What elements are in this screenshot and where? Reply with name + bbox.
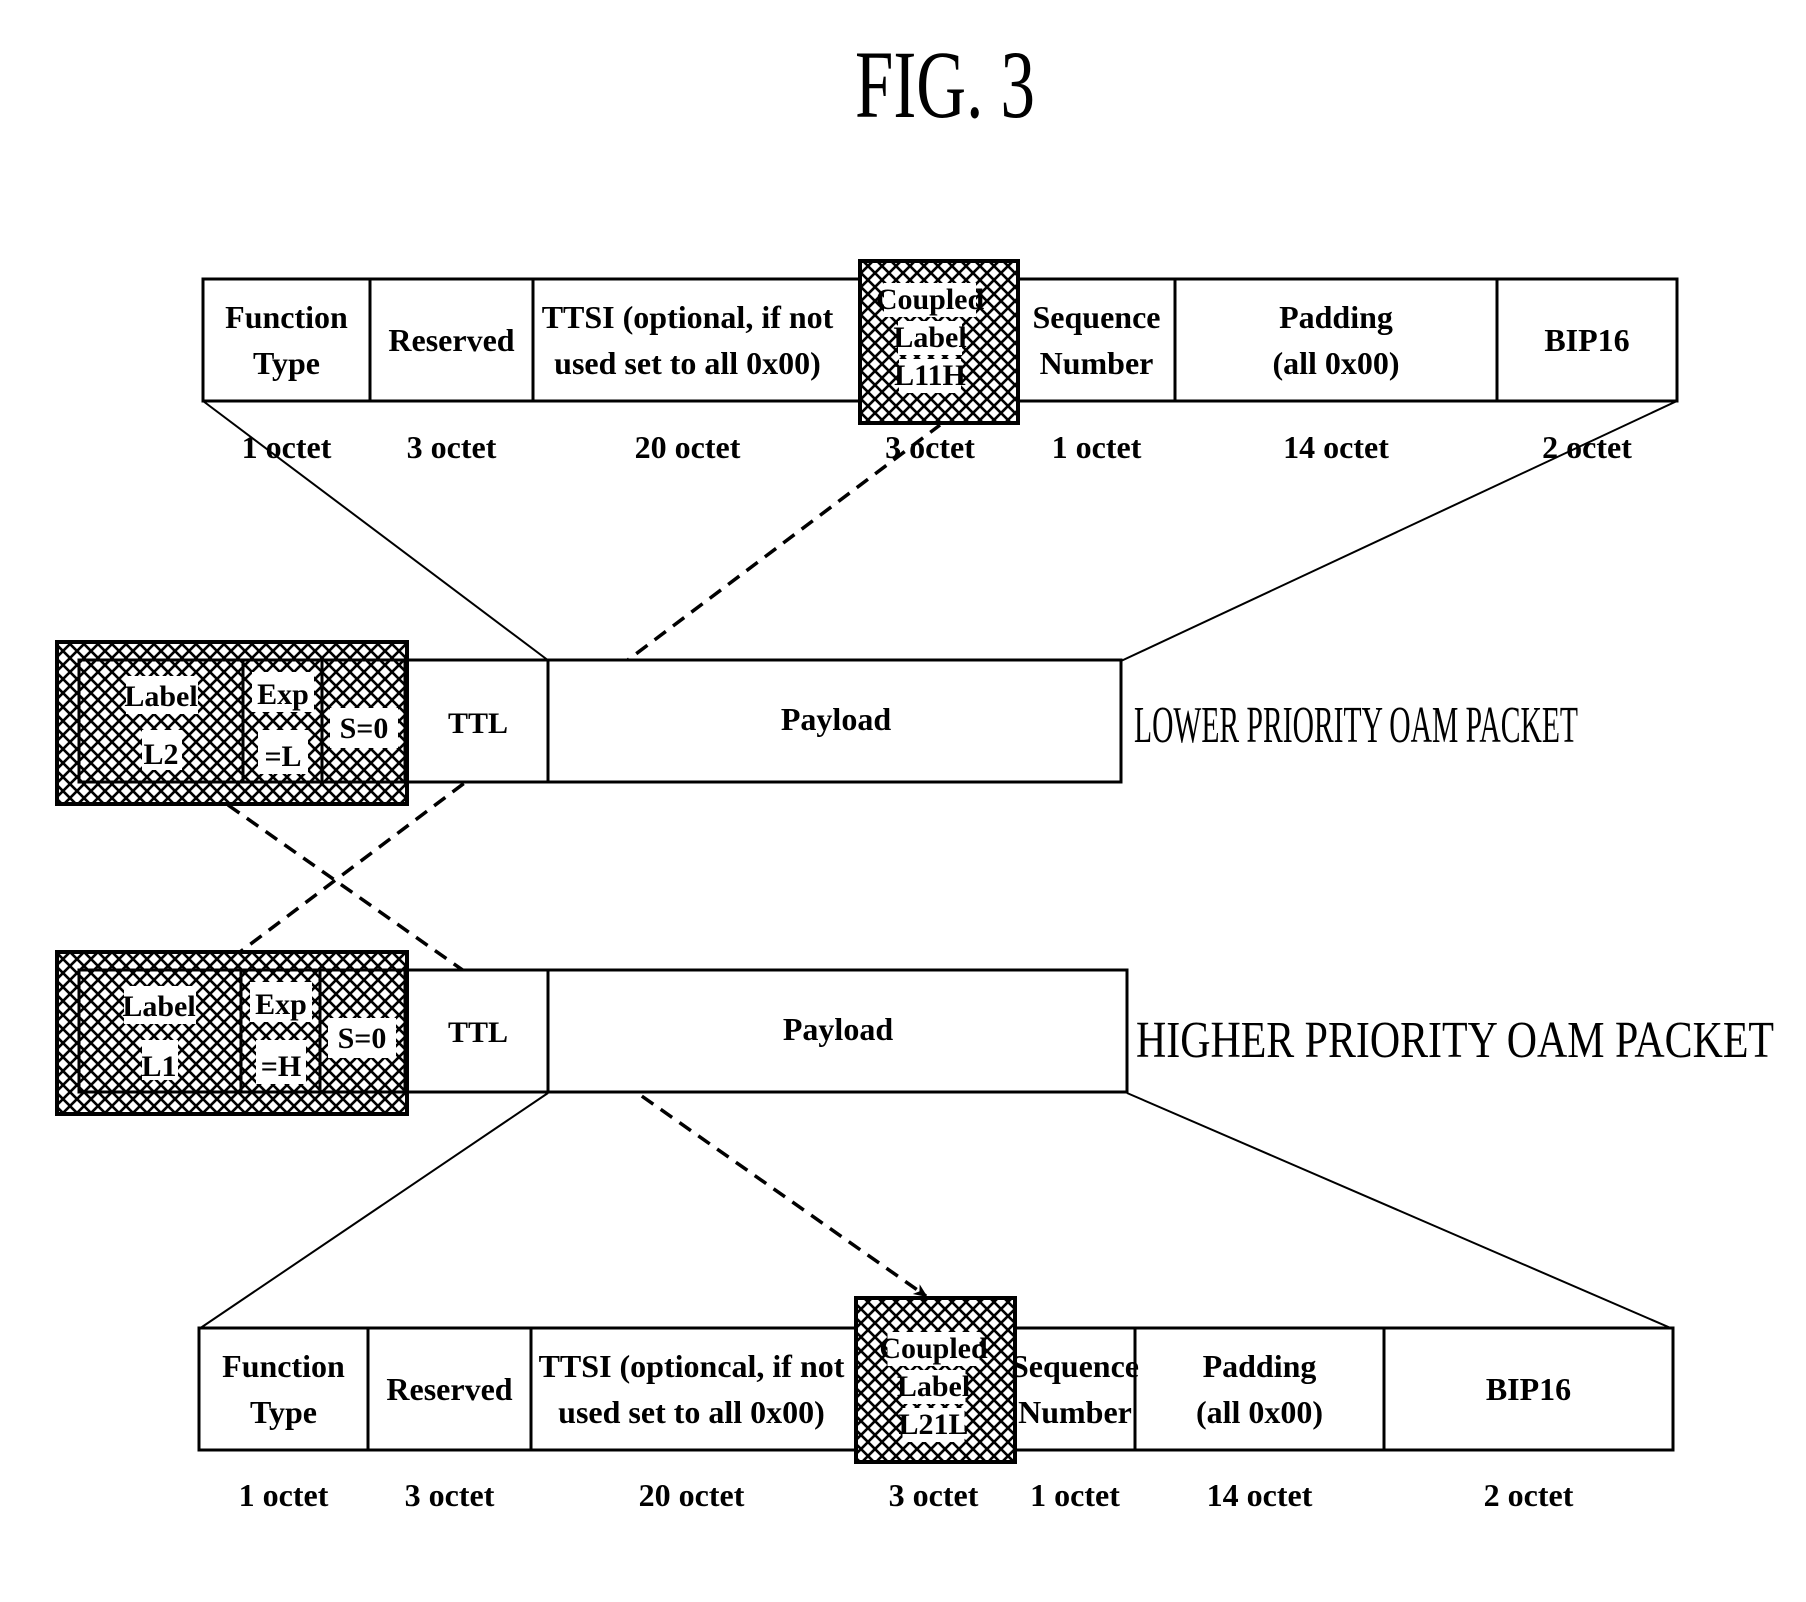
top-oam-frame: Function Type 1 octet Reserved 3 octet TTSI (… — [201, 259, 1679, 465]
expansion-line-bottom-left — [198, 1092, 549, 1330]
lower-s-bit: S=0 — [340, 712, 389, 745]
higher-exp-value: =H — [261, 1050, 301, 1083]
higher-packet-body — [403, 968, 1129, 1094]
lower-exp-title: Exp — [257, 678, 309, 711]
field-size-label: 1 octet — [1030, 1477, 1120, 1513]
field-name-line: used set to all 0x00) — [558, 1394, 825, 1430]
field-size-label: 1 octet — [242, 429, 332, 465]
lower-packet-caption: LOWER PRIORITY OAM PACKET — [1134, 697, 1578, 754]
field-name-line: Label — [897, 1370, 970, 1403]
bottom-oam-frame: Function Type 1 octet Reserved 3 octet TTSI (… — [197, 1296, 1675, 1513]
field-name-line: Sequence — [1011, 1348, 1139, 1384]
field-name-line: Type — [250, 1394, 317, 1430]
field-name-line: Reserved — [386, 1371, 512, 1407]
lower-label-value: L2 — [143, 738, 178, 771]
diagram-canvas: FIG. 3 Function Type 1 octet Reserved 3 octe… — [55, 31, 1774, 1513]
higher-label-value: L1 — [141, 1050, 176, 1083]
lower-packet-body — [403, 658, 1123, 784]
field-size-label: 3 octet — [405, 1477, 495, 1513]
bottom-frame-field: TTSI (optioncal, if not used set to all 0… — [529, 1328, 845, 1513]
field-size-label: 3 octet — [885, 429, 975, 465]
field-name-line: used set to all 0x00) — [554, 345, 821, 381]
field-name-line: L21L — [898, 1408, 968, 1441]
field-name-line: Coupled — [876, 283, 985, 316]
field-size-label: 1 octet — [1052, 429, 1142, 465]
field-name-line: Number — [1040, 345, 1154, 381]
field-name-line: Label — [893, 321, 966, 354]
higher-s-bit: S=0 — [338, 1022, 387, 1055]
higher-payload-label: Payload — [783, 1011, 893, 1047]
field-size-label: 1 octet — [239, 1477, 329, 1513]
figure-title: FIG. 3 — [855, 31, 1035, 138]
field-name-line: L11H — [894, 359, 966, 392]
field-size-label: 14 octet — [1283, 429, 1389, 465]
higher-ttl-label: TTL — [448, 1016, 508, 1049]
field-name-line: BIP16 — [1544, 322, 1629, 358]
field-size-label: 3 octet — [407, 429, 497, 465]
field-name-line: Padding — [1279, 299, 1393, 335]
expansion-lines — [198, 400, 1678, 1330]
field-size-label: 3 octet — [889, 1477, 979, 1513]
field-name-line: Reserved — [388, 322, 514, 358]
bottom-frame-field: Coupled Label L21L 3 octet — [854, 1296, 1017, 1513]
field-name-line: Sequence — [1033, 299, 1161, 335]
higher-exp-title: Exp — [255, 988, 307, 1021]
field-name-line: Function — [225, 299, 348, 335]
field-name-line: Coupled — [879, 1332, 988, 1365]
top-frame-field: TTSI (optional, if not used set to all 0x… — [531, 279, 834, 465]
field-name-line: Type — [253, 345, 320, 381]
higher-label-title: Label — [122, 990, 195, 1023]
field-size-label: 20 octet — [639, 1477, 745, 1513]
higher-packet-caption: HIGHER PRIORITY OAM PACKET — [1136, 1012, 1774, 1069]
higher-priority-packet: TTL Payload Label L1 Exp =H S=0 HIGHER P… — [55, 950, 1774, 1116]
lower-exp-value: =L — [264, 740, 301, 773]
field-name-line: TTSI (optioncal, if not — [539, 1348, 845, 1384]
field-name-line: TTSI (optional, if not — [542, 299, 834, 335]
expansion-line-bottom-right — [1126, 1092, 1674, 1330]
lower-priority-packet: TTL Payload Label L2 Exp =L S=0 LOWER PR… — [55, 640, 1578, 806]
field-name-line: Number — [1018, 1394, 1132, 1430]
field-name-line: (all 0x00) — [1272, 345, 1399, 381]
field-size-label: 20 octet — [635, 429, 741, 465]
field-name-line: Function — [222, 1348, 345, 1384]
field-name-line: Padding — [1203, 1348, 1317, 1384]
lower-ttl-label: TTL — [448, 707, 508, 740]
field-name-line: BIP16 — [1486, 1371, 1571, 1407]
field-size-label: 2 octet — [1484, 1477, 1574, 1513]
field-name-line: (all 0x00) — [1196, 1394, 1323, 1430]
top-frame-field: Coupled Label L11H 3 octet — [858, 259, 1020, 465]
field-size-label: 2 octet — [1542, 429, 1632, 465]
field-size-label: 14 octet — [1207, 1477, 1313, 1513]
lower-label-title: Label — [124, 680, 197, 713]
lower-payload-label: Payload — [781, 701, 891, 737]
